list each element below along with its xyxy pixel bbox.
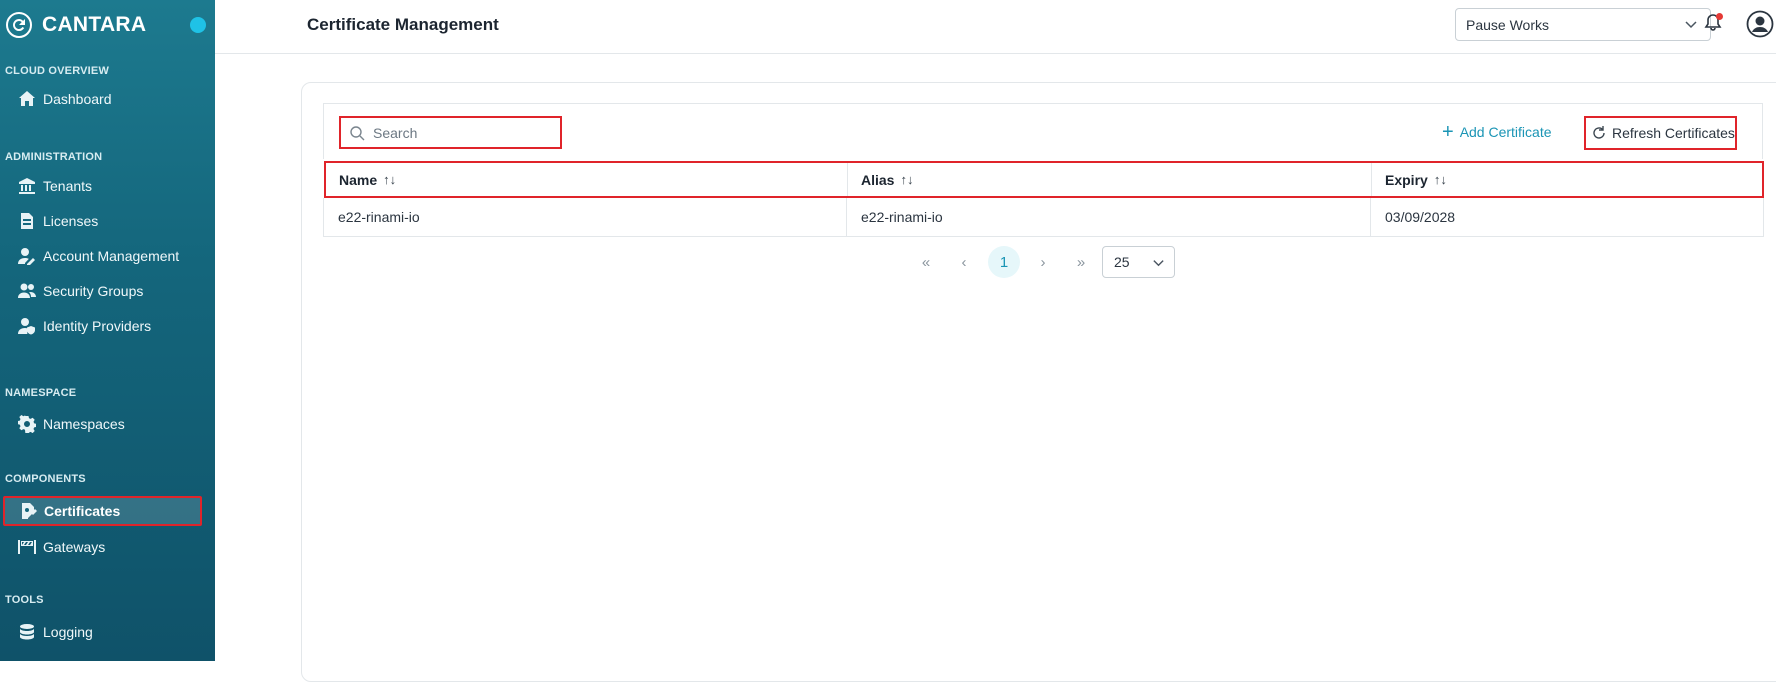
table-header: Name ↑↓ Alias ↑↓ Expiry ↑↓: [324, 161, 1764, 198]
tenant-select[interactable]: Pause Works: [1455, 8, 1711, 41]
search-box[interactable]: [339, 116, 562, 149]
sidebar-item-label: Security Groups: [43, 283, 144, 299]
rows-per-page-select[interactable]: 25: [1102, 246, 1175, 278]
section-administration: ADMINISTRATION: [5, 151, 103, 163]
certificate-icon: [18, 502, 38, 520]
last-page-button[interactable]: »: [1065, 246, 1097, 278]
sidebar-item-licenses[interactable]: Licenses: [0, 207, 215, 235]
sidebar-item-label: Tenants: [43, 178, 93, 194]
sidebar-item-logging[interactable]: Logging: [0, 618, 215, 646]
sidebar: CANTARA CLOUD OVERVIEW Dashboard ADMINIS…: [0, 0, 215, 661]
cell-expiry: 03/09/2028: [1385, 209, 1456, 225]
search-icon: [350, 125, 365, 140]
refresh-icon: [1593, 126, 1605, 139]
column-label: Alias: [861, 171, 895, 188]
column-label: Expiry: [1385, 171, 1428, 188]
sidebar-item-certificates[interactable]: Certificates: [3, 496, 202, 526]
tenant-select-value: Pause Works: [1466, 16, 1549, 33]
section-components: COMPONENTS: [5, 473, 86, 485]
home-icon: [17, 90, 37, 108]
sidebar-item-identity-providers[interactable]: Identity Providers: [0, 312, 215, 340]
search-input[interactable]: [373, 124, 553, 141]
sidebar-item-label: Certificates: [44, 503, 121, 519]
sort-icon: ↑↓: [1433, 172, 1447, 187]
chevron-down-icon: [1685, 21, 1697, 29]
page-title: Certificate Management: [307, 15, 499, 34]
notification-button[interactable]: [1701, 11, 1725, 35]
top-header: Certificate Management Pause Works: [215, 0, 1776, 54]
cell-name: e22-rinami-io: [324, 198, 847, 236]
gateway-icon: [17, 538, 37, 556]
add-certificate-label: Add Certificate: [1459, 124, 1552, 140]
column-header-expiry[interactable]: Expiry ↑↓: [1372, 163, 1762, 196]
sidebar-item-gateways[interactable]: Gateways: [0, 533, 215, 561]
user-circle-icon: [1746, 10, 1774, 38]
column-label: Name: [339, 171, 378, 188]
add-certificate-button[interactable]: + Add Certificate: [1442, 122, 1552, 142]
cell-alias: e22-rinami-io: [847, 198, 1371, 236]
pagination: « ‹ 1 › » 25: [0, 246, 1776, 278]
section-namespace: NAMESPACE: [5, 387, 77, 399]
first-page-button[interactable]: «: [910, 246, 942, 278]
sidebar-item-label: Dashboard: [43, 91, 112, 107]
building-icon: [17, 177, 37, 195]
section-cloud-overview: CLOUD OVERVIEW: [5, 65, 110, 77]
sidebar-item-label: Logging: [43, 624, 93, 640]
sidebar-item-label: Namespaces: [43, 416, 125, 432]
column-header-alias[interactable]: Alias ↑↓: [848, 163, 1372, 196]
next-page-button[interactable]: ›: [1027, 246, 1059, 278]
user-shield-icon: [17, 317, 37, 335]
sidebar-item-dashboard[interactable]: Dashboard: [0, 85, 215, 113]
sidebar-item-label: Licenses: [43, 213, 99, 229]
user-menu-button[interactable]: [1746, 10, 1774, 38]
sidebar-item-tenants[interactable]: Tenants: [0, 172, 215, 200]
rows-per-page-value: 25: [1114, 254, 1130, 270]
cantara-logo-icon: [6, 12, 32, 38]
users-icon: [17, 282, 37, 300]
prev-page-button[interactable]: ‹: [948, 246, 980, 278]
page-button-current[interactable]: 1: [988, 246, 1020, 278]
brand[interactable]: CANTARA: [6, 12, 206, 38]
chevron-down-icon: [1153, 260, 1164, 267]
refresh-certificates-label: Refresh Certificates: [1612, 125, 1735, 141]
gear-icon: [17, 415, 37, 433]
refresh-certificates-button[interactable]: Refresh Certificates: [1584, 116, 1737, 150]
license-icon: [17, 212, 37, 230]
database-icon: [17, 623, 37, 641]
sidebar-item-namespaces[interactable]: Namespaces: [0, 410, 215, 438]
plus-icon: +: [1442, 121, 1454, 143]
brand-name: CANTARA: [42, 13, 147, 36]
section-tools: TOOLS: [5, 594, 44, 606]
column-header-name[interactable]: Name ↑↓: [326, 163, 848, 196]
table-row[interactable]: e22-rinami-io e22-rinami-io 03/09/2028: [323, 198, 1764, 237]
status-dot: [190, 17, 206, 33]
sidebar-item-label: Identity Providers: [43, 318, 152, 334]
notification-badge: [1716, 13, 1723, 20]
sidebar-item-security-groups[interactable]: Security Groups: [0, 277, 215, 305]
sort-icon: ↑↓: [383, 172, 397, 187]
sidebar-item-label: Gateways: [43, 539, 106, 555]
sort-icon: ↑↓: [900, 172, 914, 187]
